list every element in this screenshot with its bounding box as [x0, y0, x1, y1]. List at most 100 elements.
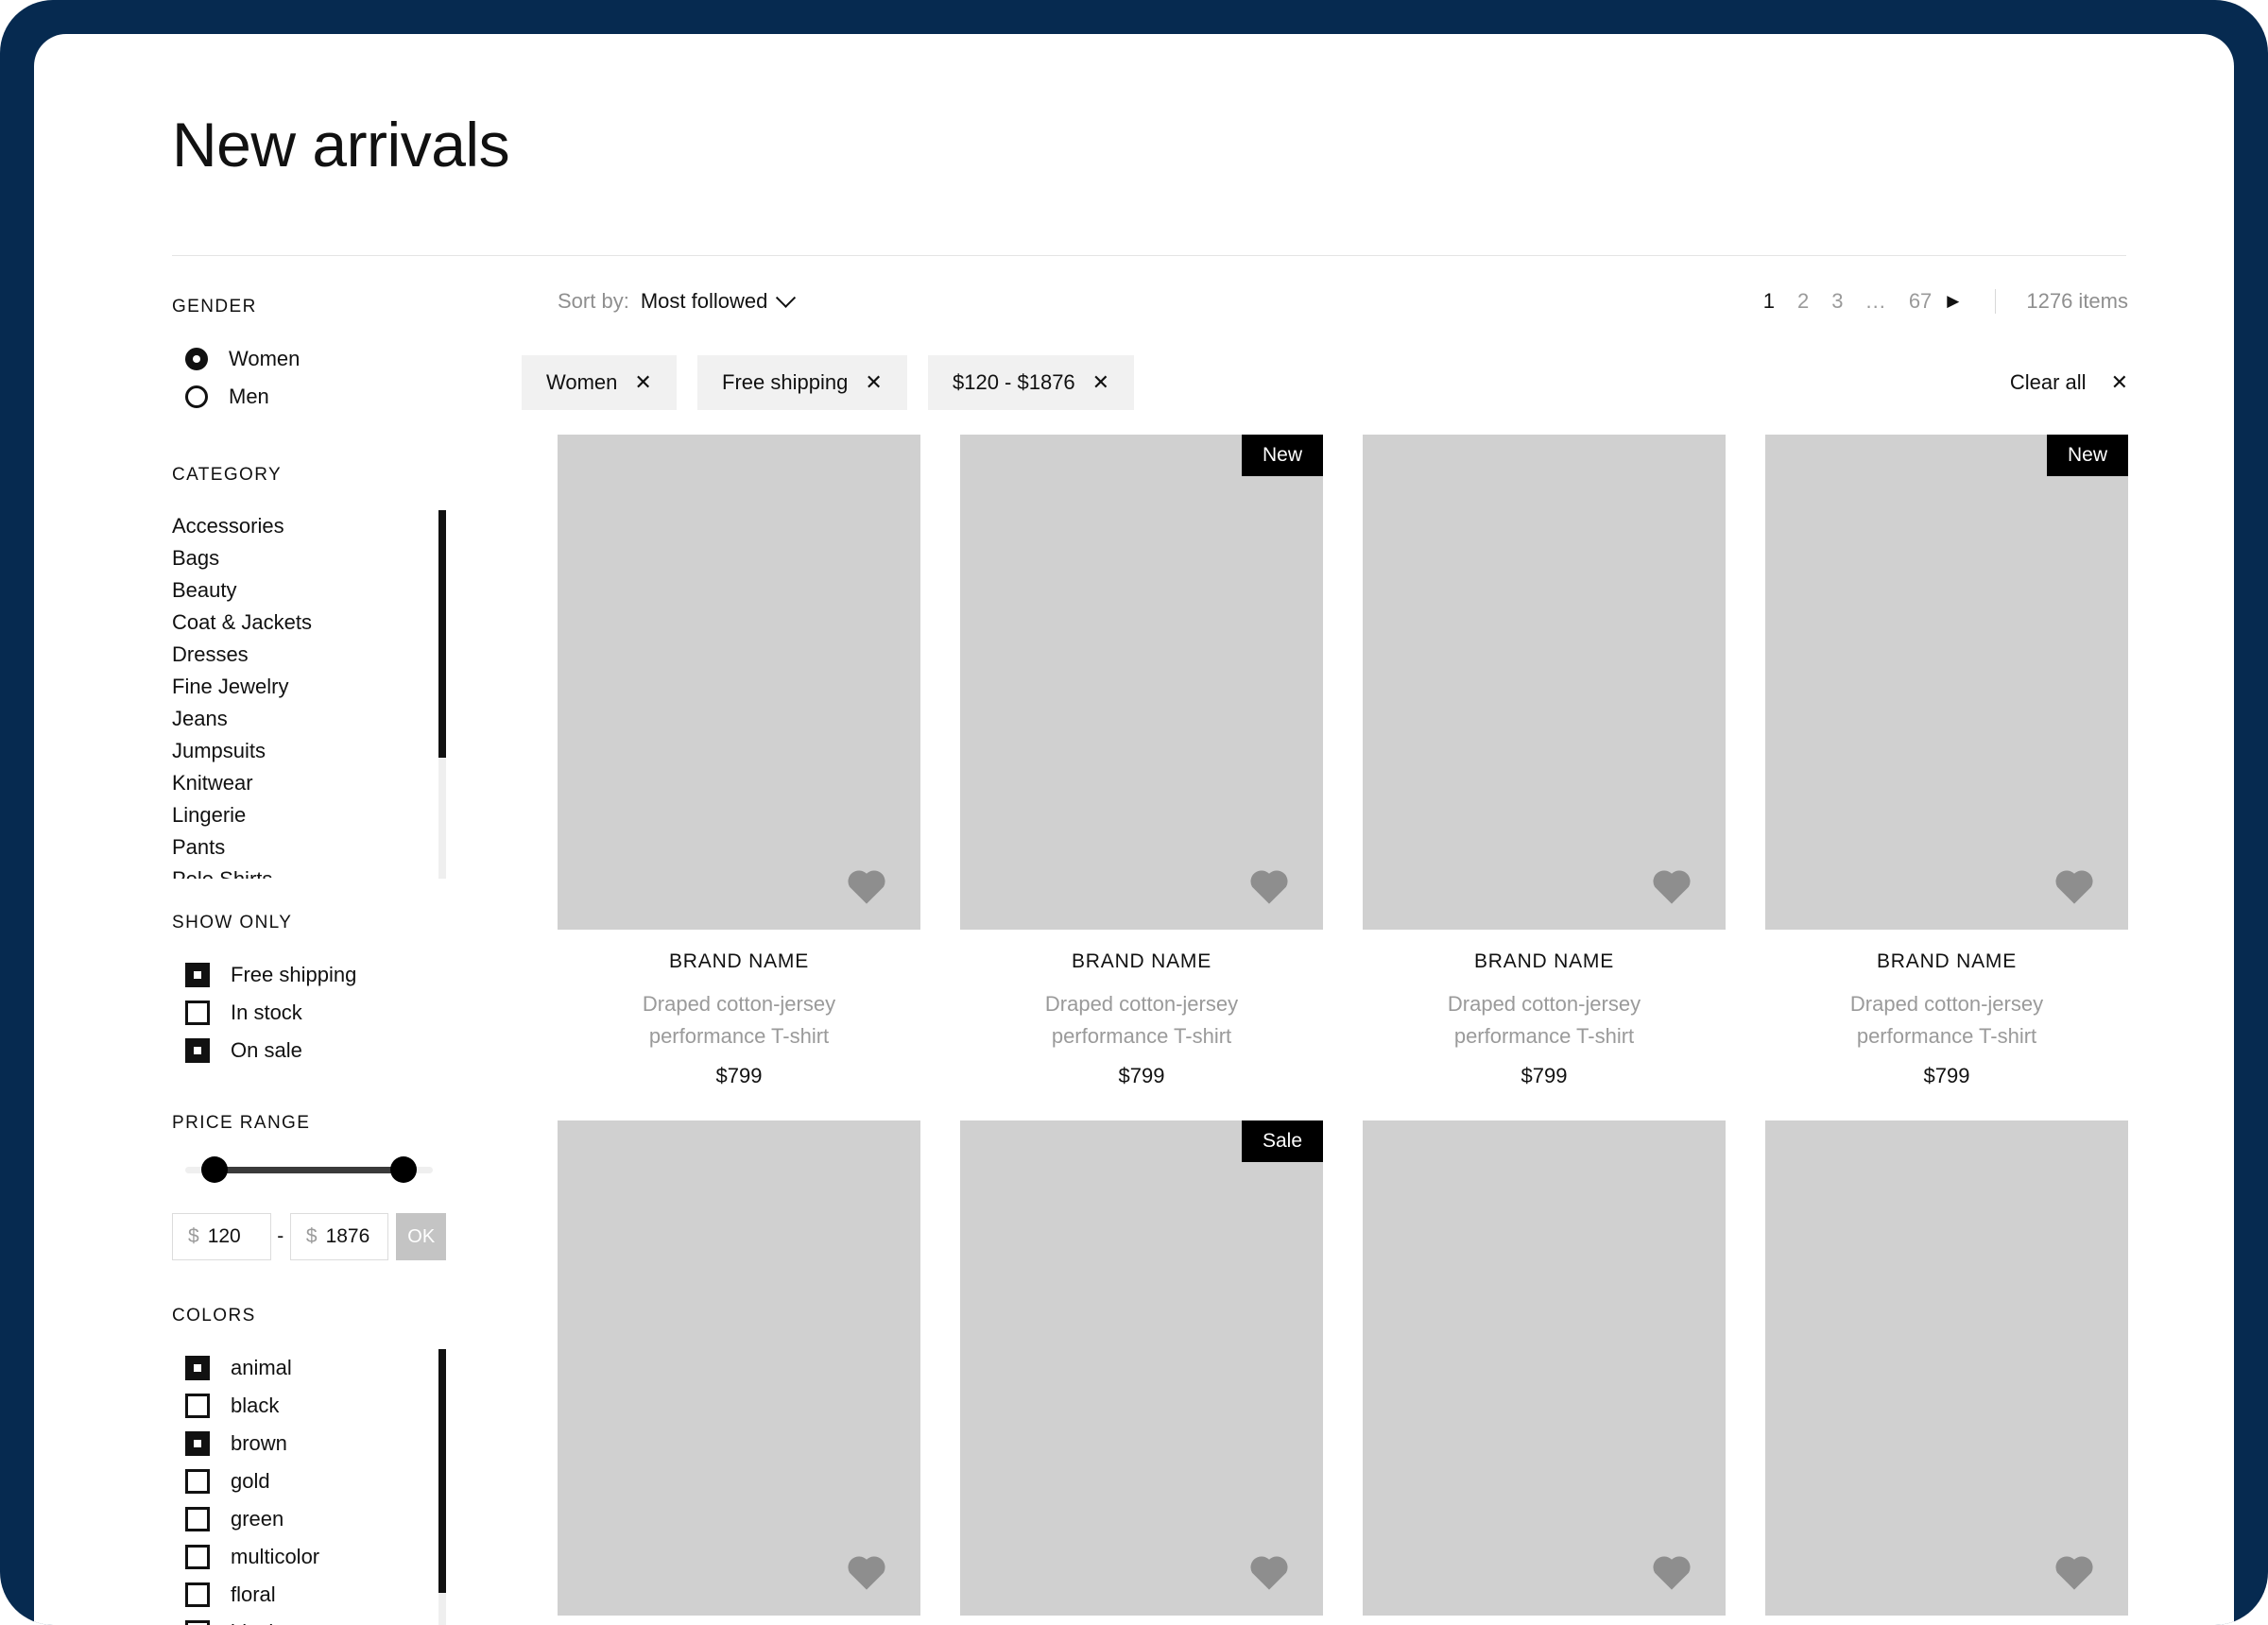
radio-icon[interactable] [185, 385, 208, 408]
filter-chip[interactable]: $120 - $1876 ✕ [928, 355, 1135, 410]
favorite-heart-icon[interactable] [1650, 865, 1693, 905]
gender-option-label: Women [229, 347, 301, 370]
category-item[interactable]: Jeans [172, 703, 425, 735]
product-card[interactable] [1765, 1120, 2128, 1616]
favorite-heart-icon[interactable] [2053, 865, 2096, 905]
remove-filter-icon[interactable]: ✕ [634, 372, 651, 393]
gender-heading: GENDER [172, 297, 257, 316]
category-item[interactable]: Pants [172, 831, 425, 864]
color-option[interactable]: brown [172, 1425, 425, 1462]
category-item[interactable]: Bags [172, 542, 425, 574]
pagination-page-3[interactable]: 3 [1820, 289, 1854, 314]
sort-by-control[interactable]: Sort by: Most followed [558, 287, 797, 314]
color-option[interactable]: multicolor [172, 1538, 425, 1576]
favorite-heart-icon[interactable] [1247, 1551, 1291, 1591]
product-card[interactable]: New BRAND NAME Draped cotton-jersey perform… [1765, 435, 2128, 1088]
slider-fill [215, 1167, 404, 1173]
product-card[interactable] [558, 1120, 920, 1616]
checkbox-icon[interactable] [185, 1620, 210, 1625]
category-item[interactable]: Jumpsuits [172, 735, 425, 767]
category-item[interactable]: Dresses [172, 639, 425, 671]
color-option[interactable]: animal [172, 1349, 425, 1387]
price-range-slider[interactable] [172, 1156, 446, 1183]
color-option[interactable]: black [172, 1614, 425, 1625]
product-image[interactable] [1765, 1120, 2128, 1616]
colors-scrollbar-track[interactable] [438, 1349, 446, 1625]
category-item[interactable]: Coat & Jackets [172, 607, 425, 639]
checkbox-icon[interactable] [185, 1356, 210, 1380]
filter-chip[interactable]: Free shipping ✕ [697, 355, 907, 410]
product-grid: BRAND NAME Draped cotton-jersey performanc… [558, 435, 2128, 1616]
checkbox-icon[interactable] [185, 963, 210, 987]
color-option[interactable]: black [172, 1387, 425, 1425]
show-only-option[interactable]: On sale [172, 1032, 446, 1069]
price-range-heading: PRICE RANGE [172, 1113, 311, 1133]
product-card[interactable] [1363, 1120, 1726, 1616]
slider-knob-max[interactable] [389, 1156, 417, 1183]
category-item[interactable]: Accessories [172, 510, 425, 542]
category-item[interactable]: Polo Shirts [172, 864, 425, 879]
colors-scrollbar-thumb[interactable] [438, 1349, 446, 1593]
favorite-heart-icon[interactable] [2053, 1551, 2096, 1591]
pagination-page-67[interactable]: 67 [1898, 289, 1943, 314]
product-card[interactable]: Sale [960, 1120, 1323, 1616]
product-image[interactable]: Sale [960, 1120, 1323, 1616]
pagination-page-2[interactable]: 2 [1786, 289, 1820, 314]
clear-all-button[interactable]: Clear all ✕ [2010, 355, 2128, 410]
favorite-heart-icon[interactable] [845, 1551, 888, 1591]
filter-chip[interactable]: Women ✕ [522, 355, 677, 410]
product-card[interactable]: New BRAND NAME Draped cotton-jersey perform… [960, 435, 1323, 1088]
product-image[interactable]: New [960, 435, 1323, 930]
title-divider [172, 255, 2126, 256]
checkbox-icon[interactable] [185, 1469, 210, 1494]
checkbox-icon[interactable] [185, 1545, 210, 1569]
checkbox-icon[interactable] [185, 1507, 210, 1531]
favorite-heart-icon[interactable] [845, 865, 888, 905]
product-image[interactable] [558, 1120, 920, 1616]
product-image[interactable] [1363, 1120, 1726, 1616]
pagination: 1 2 3... 67 ▶ 1276 items [1752, 289, 2128, 314]
slider-knob-min[interactable] [201, 1156, 229, 1183]
product-card[interactable]: BRAND NAME Draped cotton-jersey performanc… [1363, 435, 1726, 1088]
category-item[interactable]: Beauty [172, 574, 425, 607]
product-image[interactable] [1363, 435, 1726, 930]
category-scrollbar-track[interactable] [438, 510, 446, 879]
product-card[interactable]: BRAND NAME Draped cotton-jersey performanc… [558, 435, 920, 1088]
radio-icon[interactable] [185, 348, 208, 370]
remove-filter-icon[interactable]: ✕ [865, 372, 882, 393]
product-image[interactable]: New [1765, 435, 2128, 930]
remove-filter-icon[interactable]: ✕ [1092, 372, 1109, 393]
price-ok-button[interactable]: OK [396, 1213, 447, 1260]
color-option[interactable]: floral [172, 1576, 425, 1614]
category-item[interactable]: Knitwear [172, 767, 425, 799]
favorite-heart-icon[interactable] [1650, 1551, 1693, 1591]
checkbox-label: black [231, 1394, 280, 1417]
gender-option-men[interactable]: Men [172, 378, 446, 416]
checkbox-icon[interactable] [185, 1431, 210, 1456]
category-scrollbar-thumb[interactable] [438, 510, 446, 758]
favorite-heart-icon[interactable] [1247, 865, 1291, 905]
checkbox-icon[interactable] [185, 1001, 210, 1025]
price-min-field[interactable]: $ 120 [172, 1213, 271, 1260]
active-filters-row: $120 - $1876 ✕ Free shipping ✕ Women ✕ Clear … [522, 355, 2128, 410]
next-page-button[interactable]: ▶ [1943, 292, 1968, 311]
product-description: Draped cotton-jersey performance T-shirt [642, 992, 836, 1048]
checkbox-label: black [231, 1620, 279, 1625]
color-option[interactable]: gold [172, 1462, 425, 1500]
pagination-page-1[interactable]: 1 [1752, 289, 1786, 314]
show-only-option[interactable]: Free shipping [172, 956, 446, 994]
show-only-option[interactable]: In stock [172, 994, 446, 1032]
color-option[interactable]: green [172, 1500, 425, 1538]
chevron-down-icon[interactable] [776, 287, 797, 308]
category-item[interactable]: Fine Jewelry [172, 671, 425, 703]
sort-by-label: Sort by: [558, 289, 629, 313]
checkbox-icon[interactable] [185, 1394, 210, 1418]
gender-option-women[interactable]: Women [172, 340, 446, 378]
checkbox-icon[interactable] [185, 1038, 210, 1063]
product-image[interactable] [558, 435, 920, 930]
checkbox-icon[interactable] [185, 1582, 210, 1607]
price-max-field[interactable]: $ 1876 [289, 1213, 389, 1260]
price-inputs: $ 120 - $ 1876 OK [172, 1213, 447, 1260]
category-item[interactable]: Lingerie [172, 799, 425, 831]
currency-symbol-max: $ [305, 1225, 318, 1247]
